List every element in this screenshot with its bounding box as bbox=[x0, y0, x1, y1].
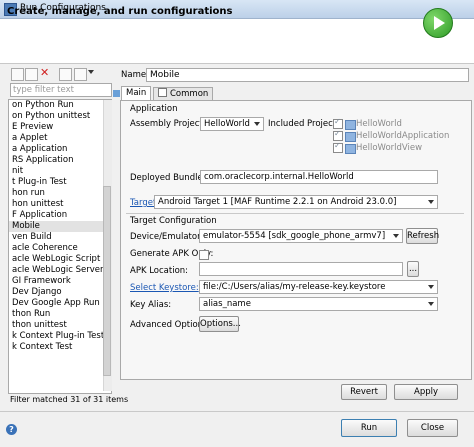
filter-dropdown-icon[interactable] bbox=[88, 70, 94, 74]
tab-common[interactable]: Common bbox=[153, 87, 214, 101]
apk-location-input[interactable] bbox=[199, 262, 403, 276]
refresh-button[interactable]: Refresh bbox=[406, 228, 439, 244]
filter-input[interactable]: type filter text bbox=[10, 83, 112, 97]
tree-item[interactable]: k Context Test bbox=[9, 342, 111, 353]
help-icon[interactable]: ? bbox=[6, 424, 17, 435]
tree-item[interactable]: hon unittest bbox=[9, 199, 111, 210]
footer-divider bbox=[0, 411, 474, 412]
chevron-down-icon bbox=[254, 122, 260, 126]
filter-status: Filter matched 31 of 31 items bbox=[10, 395, 129, 404]
target-configuration-section-title: Target Configuration bbox=[130, 216, 217, 226]
tree-item[interactable]: RS Application bbox=[9, 155, 111, 166]
filter-config-icon[interactable] bbox=[74, 68, 87, 81]
chevron-down-icon bbox=[428, 285, 434, 289]
name-label: Name: bbox=[121, 70, 149, 80]
common-tab-icon bbox=[158, 88, 167, 97]
tree-item[interactable]: E Preview bbox=[9, 122, 111, 133]
generate-apk-checkbox[interactable] bbox=[199, 250, 209, 260]
browse-apk-button[interactable]: ... bbox=[407, 261, 419, 277]
project-icon bbox=[345, 144, 356, 154]
tree-item[interactable]: Mobile bbox=[9, 221, 111, 232]
include-helloworldapplication-checkbox[interactable] bbox=[333, 129, 343, 141]
tree-item[interactable]: nit bbox=[9, 166, 111, 177]
apply-button[interactable]: Apply bbox=[394, 384, 458, 400]
delete-config-icon[interactable]: ✕ bbox=[40, 66, 49, 79]
duplicate-config-icon[interactable] bbox=[25, 68, 38, 81]
run-button[interactable]: Run bbox=[341, 419, 397, 437]
tree-item[interactable]: thon unittest bbox=[9, 320, 111, 331]
tree-item[interactable]: t Plug-in Test bbox=[9, 177, 111, 188]
included-project-label: HelloWorld bbox=[356, 119, 402, 129]
tree-item[interactable]: ven Build bbox=[9, 232, 111, 243]
bundle-id-input[interactable]: com.oraclecorp.internal.HelloWorld bbox=[200, 170, 438, 184]
select-keystore-link[interactable]: Select Keystore: bbox=[130, 283, 199, 293]
tree-item[interactable]: acle WebLogic Server bbox=[9, 265, 111, 276]
tree-item[interactable]: k Context Plug-in Test bbox=[9, 331, 111, 342]
tree-item[interactable]: Dev Django bbox=[9, 287, 111, 298]
chevron-down-icon bbox=[428, 200, 434, 204]
device-label: Device/Emulator: bbox=[130, 232, 204, 242]
key-alias-label: Key Alias: bbox=[130, 300, 172, 310]
chevron-down-icon bbox=[428, 302, 434, 306]
new-config-icon[interactable] bbox=[11, 68, 24, 81]
close-button[interactable]: Close bbox=[407, 419, 458, 437]
include-helloworld-checkbox[interactable] bbox=[333, 117, 343, 129]
target-select[interactable]: Android Target 1 [MAF Runtime 2.2.1 on A… bbox=[154, 195, 438, 209]
tree-item[interactable]: acle Coherence bbox=[9, 243, 111, 254]
run-icon bbox=[423, 8, 453, 38]
collapse-all-icon[interactable] bbox=[59, 68, 72, 81]
assembly-project-label: Assembly Project: bbox=[130, 119, 206, 129]
tree-item[interactable]: acle WebLogic Script (WLST bbox=[9, 254, 111, 265]
chevron-down-icon bbox=[393, 234, 399, 238]
included-project-label: HelloWorldApplication bbox=[356, 131, 450, 141]
tree-item[interactable]: GI Framework bbox=[9, 276, 111, 287]
tree-item[interactable]: on Python Run bbox=[9, 100, 111, 111]
tree-item[interactable]: F Application bbox=[9, 210, 111, 221]
tree-item[interactable]: hon run bbox=[9, 188, 111, 199]
name-input[interactable]: Mobile bbox=[146, 68, 469, 82]
header-banner bbox=[0, 19, 474, 64]
tree-scrollbar-thumb[interactable] bbox=[103, 186, 111, 376]
device-select[interactable]: emulator-5554 [sdk_google_phone_armv7] bbox=[199, 229, 403, 243]
project-icon bbox=[345, 120, 356, 130]
tree-item[interactable]: on Python unittest bbox=[9, 111, 111, 122]
key-alias-select[interactable]: alias_name bbox=[199, 297, 438, 311]
tree-item[interactable]: a Application bbox=[9, 144, 111, 155]
section-divider bbox=[126, 213, 464, 214]
tree-item[interactable]: Dev Google App Run bbox=[9, 298, 111, 309]
included-project-label: HelloWorldView bbox=[356, 143, 423, 153]
config-tree[interactable]: on Python Run on Python unittest E Preview… bbox=[8, 99, 112, 394]
project-icon bbox=[345, 132, 356, 142]
options-button[interactable]: Options... bbox=[199, 316, 241, 332]
header-title: Create, manage, and run configurations bbox=[7, 6, 233, 17]
tree-item[interactable]: a Applet bbox=[9, 133, 111, 144]
tree-item[interactable]: thon Run bbox=[9, 309, 111, 320]
include-helloworldview-checkbox[interactable] bbox=[333, 141, 343, 153]
assembly-project-select[interactable]: HelloWorld bbox=[200, 117, 264, 131]
revert-button[interactable]: Revert bbox=[341, 384, 387, 400]
apk-location-label: APK Location: bbox=[130, 266, 189, 276]
application-section-title: Application bbox=[130, 104, 178, 114]
keystore-select[interactable]: file:/C:/Users/alias/my-release-key.keys… bbox=[199, 280, 438, 294]
